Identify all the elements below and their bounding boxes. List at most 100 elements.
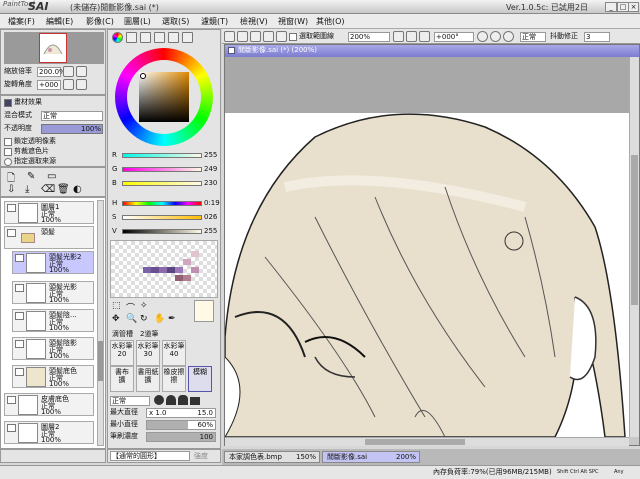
move-icon[interactable]: ✥ [112,314,120,324]
transfer-down-icon[interactable]: ⇩ [7,184,15,195]
clipping-checkbox[interactable] [4,148,12,156]
layer-item[interactable]: 皮膚底色 正常 100% [4,393,94,416]
color-slider-h[interactable]: H 0:19 [110,198,220,210]
eraser-tool[interactable]: 橡皮擦擦 [162,366,186,392]
swatch[interactable] [175,275,183,281]
rotate-tool-icon[interactable]: ↻ [140,314,148,324]
swatch[interactable] [151,267,159,273]
visibility-eye-icon[interactable] [15,254,24,262]
swatch[interactable] [143,267,151,273]
layer-item[interactable]: 頭髮陰... 正常 100% [12,309,94,332]
visibility-eye-icon[interactable] [15,340,24,348]
rotate-right-button[interactable] [76,79,87,90]
doc-tab-active[interactable]: 閒斷影像.sai 200% [322,451,420,463]
swatch[interactable] [167,267,175,273]
menu-other[interactable]: 其他(O) [316,16,345,27]
slider-track[interactable] [122,181,202,186]
brush-shape-round-icon[interactable] [154,395,164,405]
lock-alpha-checkbox[interactable] [4,138,12,146]
layer-item[interactable]: 頭髮底色 正常 100% [12,365,94,388]
layer-item[interactable]: 圖層1 正常 100% [4,201,94,224]
density-slider[interactable]: 100 [146,432,216,442]
visibility-eye-icon[interactable] [15,284,24,292]
color-slider-b[interactable]: B 230 [110,178,220,190]
folder-item[interactable]: 頭髮 [4,226,94,249]
layer-item-selected[interactable]: 頭髮光影2 正常 100% [12,251,94,274]
redo-icon[interactable] [237,31,248,42]
menu-layer[interactable]: 圖層(L) [124,16,151,27]
menu-edit[interactable]: 編輯(E) [46,16,73,27]
doc-tab[interactable]: 本家調色表.bmp 150% [224,451,320,463]
swatch[interactable] [159,267,167,273]
watercolor-tool-2[interactable]: 水彩筆 30 [136,340,160,366]
blend-mode-select[interactable]: 正常 [41,111,103,121]
color-slider-v[interactable]: V 255 [110,226,220,238]
merge-down-icon[interactable]: ⤓ [25,184,29,195]
close-button[interactable]: × [628,2,639,12]
visibility-eye-icon[interactable] [7,229,16,237]
hand-icon[interactable]: ✋ [154,314,165,324]
hide-selection-icon[interactable] [276,31,287,42]
layer-item[interactable]: 頭髮光影 正常 100% [12,281,94,304]
saturation-value-square[interactable] [139,72,189,122]
clear-layer-icon[interactable]: ⌫ [41,184,55,195]
swatch[interactable] [175,267,183,273]
menu-image[interactable]: 影像(C) [86,16,114,27]
minimize-button[interactable]: _ [605,2,617,12]
menu-view[interactable]: 檢視(V) [240,16,268,27]
eyedropper-icon[interactable]: ✒ [168,314,176,324]
layer-item[interactable]: 圖層2 正常 100% [4,421,94,444]
blur-tool[interactable]: 模糊 [188,366,212,392]
new-folder-icon[interactable]: ▭ [47,171,56,182]
brush-mode-select[interactable]: 正常 [110,396,150,406]
hsv-slider-toggle-icon[interactable] [140,32,151,43]
menu-filter[interactable]: 濾鏡(T) [201,16,228,27]
watercolor-tool-1[interactable]: 水彩筆 20 [110,340,134,366]
angle-field[interactable]: +000 [37,80,61,90]
deselect-icon[interactable] [250,31,261,42]
mask-icon[interactable]: ◐ [73,184,82,195]
tool-tab-2[interactable]: 2道筆 [140,330,158,339]
new-linework-layer-icon[interactable]: ✎ [27,171,35,182]
selection-line-checkbox[interactable] [289,33,297,41]
visibility-eye-icon[interactable] [15,312,24,320]
mixer-toggle-icon[interactable] [154,32,165,43]
toolbar-zoom-out-icon[interactable] [393,31,404,42]
visibility-eye-icon[interactable] [7,204,16,212]
brush-shape-square-icon[interactable] [190,397,200,405]
scrollbar-thumb[interactable] [98,341,103,381]
color-wheel[interactable] [115,48,213,146]
slider-track[interactable] [122,215,202,220]
zoom-field[interactable]: 200.0% [37,67,66,77]
toolbar-zoom-reset-icon[interactable] [419,31,430,42]
swatch[interactable] [191,267,199,273]
toolbar-rotation-select[interactable]: +000° [434,32,474,42]
rect-select-icon[interactable]: ⬚ [112,301,121,311]
rotate-ccw-icon[interactable] [477,31,488,42]
rotate-reset-icon[interactable] [503,31,514,42]
min-size-slider[interactable]: 60% [146,420,216,430]
zoom-in-button[interactable] [76,66,87,77]
rgb-slider-toggle-icon[interactable] [126,32,137,43]
swatch[interactable] [191,251,199,257]
invert-selection-icon[interactable] [263,31,274,42]
lasso-icon[interactable]: ⌒ [126,301,135,314]
swatches-toggle-icon[interactable] [168,32,179,43]
canvas-brush-tool[interactable]: 書布擴 [110,366,134,392]
canvas-hscrollbar[interactable] [225,437,629,446]
menu-file[interactable]: 檔案(F) [8,16,35,27]
canvas-vscrollbar[interactable] [629,57,639,437]
color-slider-s[interactable]: S 026 [110,212,220,224]
slider-track[interactable] [122,201,202,206]
selection-source-checkbox[interactable] [4,158,12,166]
scratchpad-toggle-icon[interactable] [182,32,193,43]
zoom-tool-icon[interactable]: 🔍 [126,314,137,324]
color-picker-cursor[interactable] [140,73,146,79]
effects-toggle[interactable] [4,99,12,107]
brush-shape-select[interactable]: 【通常的圓形】 [110,451,190,461]
zoom-out-button[interactable] [63,66,74,77]
undo-icon[interactable] [224,31,235,42]
tool-tab-1[interactable]: 滴管槽 [112,330,133,339]
navigator-thumbnail[interactable] [39,33,67,63]
visibility-eye-icon[interactable] [7,424,16,432]
